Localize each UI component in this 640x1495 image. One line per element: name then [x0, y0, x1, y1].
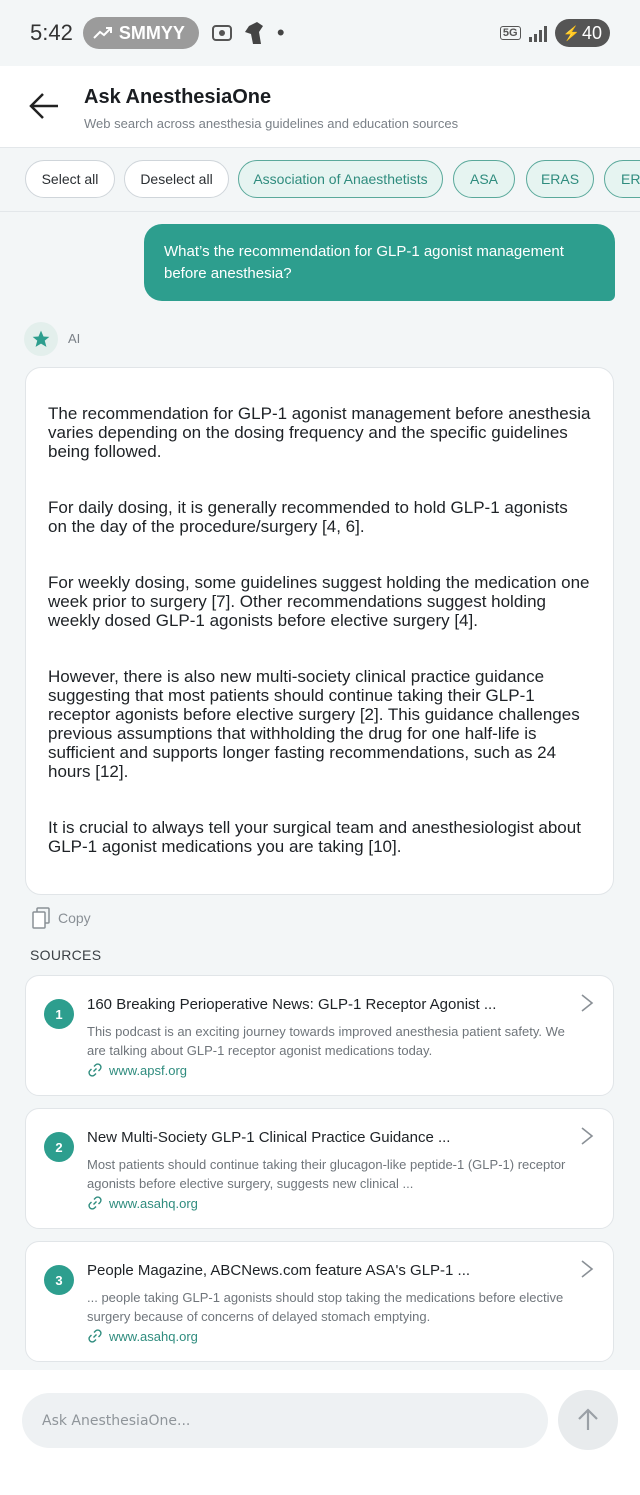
send-button[interactable] — [558, 1390, 618, 1450]
screenshot-icon — [211, 25, 232, 41]
answer-paragraph: The recommendation for GLP-1 agonist man… — [48, 404, 591, 461]
answer-paragraph: It is crucial to always tell your surgic… — [48, 818, 581, 856]
status-time: 5:42 — [30, 20, 73, 45]
trend-pill: SMMYY — [82, 17, 199, 49]
back-button[interactable] — [26, 88, 62, 124]
ai-avatar — [24, 322, 58, 356]
page-subtitle: Web search across anesthesia guidelines … — [84, 116, 459, 131]
copy-button[interactable]: Copy — [32, 907, 91, 929]
source-domain: www.asahq.org — [109, 1195, 198, 1211]
chevron-right-icon — [581, 994, 594, 1012]
deselect-all-chip[interactable]: Deselect all — [124, 160, 229, 198]
source-link[interactable]: www.asahq.org — [87, 1328, 198, 1344]
battery-level: 40 — [581, 22, 602, 43]
star-icon — [32, 330, 50, 347]
bolt-icon: ⚡ — [562, 24, 580, 41]
answer-paragraph: For daily dosing, it is generally recomm… — [48, 498, 568, 536]
arrow-left-icon — [29, 93, 58, 119]
source-title: New Multi-Society GLP-1 Clinical Practic… — [87, 1129, 451, 1146]
source-card-1[interactable]: 1 160 Breaking Perioperative News: GLP-1… — [25, 975, 614, 1096]
copy-icon — [32, 907, 50, 929]
person-icon — [244, 22, 263, 44]
notification-icons: • — [211, 20, 285, 46]
source-filter-bar: Select all Deselect all Association of A… — [0, 148, 640, 212]
app-header: Ask AnesthesiaOne Web search across anes… — [0, 66, 640, 148]
source-snippet: Most patients should continue taking the… — [87, 1157, 566, 1191]
source-number: 1 — [44, 999, 74, 1029]
source-domain: www.apsf.org — [109, 1062, 188, 1078]
filter-chip-asa[interactable]: ASA — [453, 160, 515, 198]
source-card-3[interactable]: 3 People Magazine, ABCNews.com feature A… — [25, 1241, 614, 1362]
source-number: 2 — [44, 1132, 74, 1162]
trend-pill-label: SMMYY — [118, 22, 185, 43]
filter-chip-association-of-anaesthetists[interactable]: Association of Anaesthetists — [238, 160, 443, 198]
signal-icon — [528, 24, 547, 42]
source-snippet: ... people taking GLP-1 agonists should … — [87, 1290, 564, 1324]
select-all-chip[interactable]: Select all — [25, 160, 115, 198]
ai-answer-card: The recommendation for GLP-1 agonist man… — [25, 367, 614, 895]
filter-chip-eras[interactable]: ERAS — [526, 160, 594, 198]
source-link[interactable]: www.asahq.org — [87, 1195, 198, 1211]
battery-indicator: ⚡ 40 — [554, 19, 610, 47]
answer-paragraph: For weekly dosing, some guidelines sugge… — [48, 573, 590, 630]
status-bar: 5:42 SMMYY • 5G ⚡ 40 — [0, 0, 640, 66]
dot-icon: • — [276, 20, 285, 45]
answer-paragraph: However, there is also new multi-society… — [48, 667, 580, 781]
ai-label: AI — [68, 331, 81, 346]
source-card-2[interactable]: 2 New Multi-Society GLP-1 Clinical Pract… — [25, 1108, 614, 1229]
filter-chip-er[interactable]: ER — [604, 160, 640, 198]
source-link[interactable]: www.apsf.org — [87, 1062, 187, 1078]
arrow-up-icon — [578, 1408, 598, 1430]
link-icon — [88, 1329, 102, 1343]
user-message-bubble: What’s the recommendation for GLP-1 agon… — [144, 224, 615, 301]
source-domain: www.asahq.org — [109, 1328, 198, 1344]
ask-input[interactable] — [22, 1393, 548, 1448]
copy-label: Copy — [58, 910, 91, 926]
source-snippet: This podcast is an exciting journey towa… — [87, 1024, 565, 1058]
network-label: 5G — [499, 26, 521, 40]
source-number: 3 — [44, 1265, 74, 1295]
trending-icon — [93, 27, 112, 39]
status-right: 5G ⚡ 40 — [499, 19, 610, 47]
source-title: 160 Breaking Perioperative News: GLP-1 R… — [87, 996, 497, 1013]
link-icon — [88, 1196, 102, 1210]
chevron-right-icon — [581, 1127, 594, 1145]
page-title: Ask AnesthesiaOne — [84, 86, 272, 108]
link-icon — [88, 1063, 102, 1077]
source-title: People Magazine, ABCNews.com feature ASA… — [87, 1262, 471, 1279]
chevron-right-icon — [581, 1260, 594, 1278]
sources-heading: SOURCES — [30, 947, 102, 963]
